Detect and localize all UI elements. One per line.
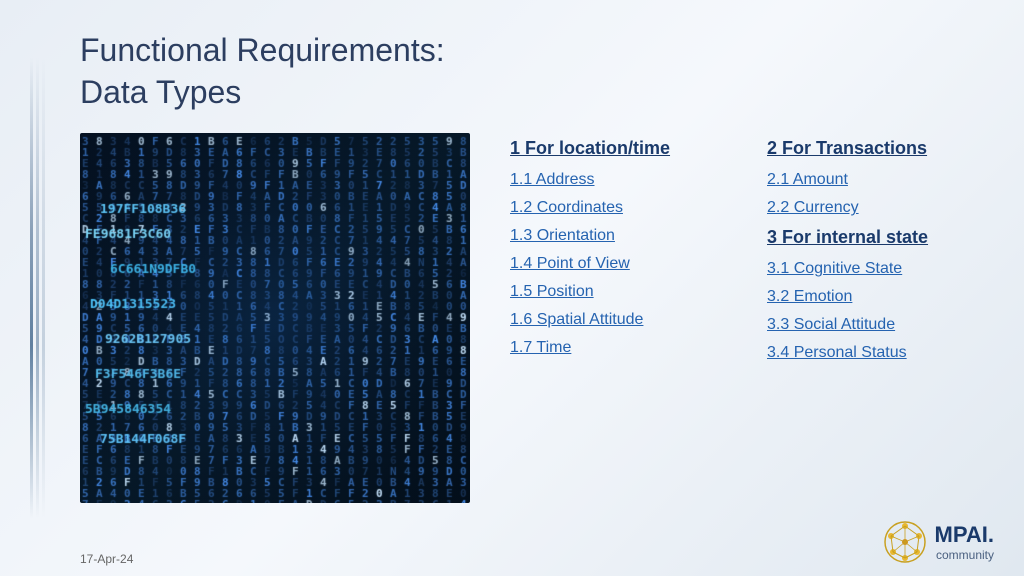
item-address[interactable]: 1.1 Address bbox=[510, 171, 717, 189]
content-area: 1 For location/time 1.1 Address 1.2 Coor… bbox=[80, 133, 974, 556]
accent-line-1 bbox=[30, 0, 33, 576]
title-section: Functional Requirements: Data Types bbox=[80, 30, 974, 113]
mpai-logo-icon bbox=[881, 518, 929, 566]
left-accent-decoration bbox=[30, 0, 70, 576]
data-visualization-image bbox=[80, 133, 470, 503]
page-title: Functional Requirements: Data Types bbox=[80, 30, 974, 113]
item-social-attitude[interactable]: 3.3 Social Attitude bbox=[767, 316, 974, 334]
data-image-container bbox=[80, 133, 470, 503]
item-amount[interactable]: 2.1 Amount bbox=[767, 171, 974, 189]
item-time[interactable]: 1.7 Time bbox=[510, 339, 717, 357]
item-emotion[interactable]: 3.2 Emotion bbox=[767, 288, 974, 306]
item-personal-status[interactable]: 3.4 Personal Status bbox=[767, 344, 974, 362]
col2-header1[interactable]: 2 For Transactions bbox=[767, 138, 974, 159]
item-spatial-attitude[interactable]: 1.6 Spatial Attitude bbox=[510, 311, 717, 329]
lists-section: 1 For location/time 1.1 Address 1.2 Coor… bbox=[510, 133, 974, 556]
column-2-transactions-state: 2 For Transactions 2.1 Amount 2.2 Curren… bbox=[767, 138, 974, 556]
col2-header2[interactable]: 3 For internal state bbox=[767, 227, 974, 248]
logo-area: MPAI. community bbox=[881, 518, 994, 566]
logo-label: MPAI. bbox=[935, 522, 994, 547]
item-currency[interactable]: 2.2 Currency bbox=[767, 199, 974, 217]
slide: Functional Requirements: Data Types 1 Fo… bbox=[0, 0, 1024, 576]
item-position[interactable]: 1.5 Position bbox=[510, 283, 717, 301]
accent-line-2 bbox=[36, 0, 39, 576]
logo-text-area: MPAI. community bbox=[935, 522, 994, 562]
column-1-location-time: 1 For location/time 1.1 Address 1.2 Coor… bbox=[510, 138, 717, 556]
logo-sublabel: community bbox=[935, 548, 994, 562]
item-coordinates[interactable]: 1.2 Coordinates bbox=[510, 199, 717, 217]
title-line-2: Data Types bbox=[80, 74, 241, 110]
item-point-of-view[interactable]: 1.4 Point of View bbox=[510, 255, 717, 273]
item-orientation[interactable]: 1.3 Orientation bbox=[510, 227, 717, 245]
col1-header[interactable]: 1 For location/time bbox=[510, 138, 717, 159]
item-cognitive-state[interactable]: 3.1 Cognitive State bbox=[767, 260, 974, 278]
title-line-1: Functional Requirements: bbox=[80, 32, 445, 68]
accent-line-3 bbox=[42, 0, 45, 576]
footer-date: 17-Apr-24 bbox=[80, 552, 133, 566]
